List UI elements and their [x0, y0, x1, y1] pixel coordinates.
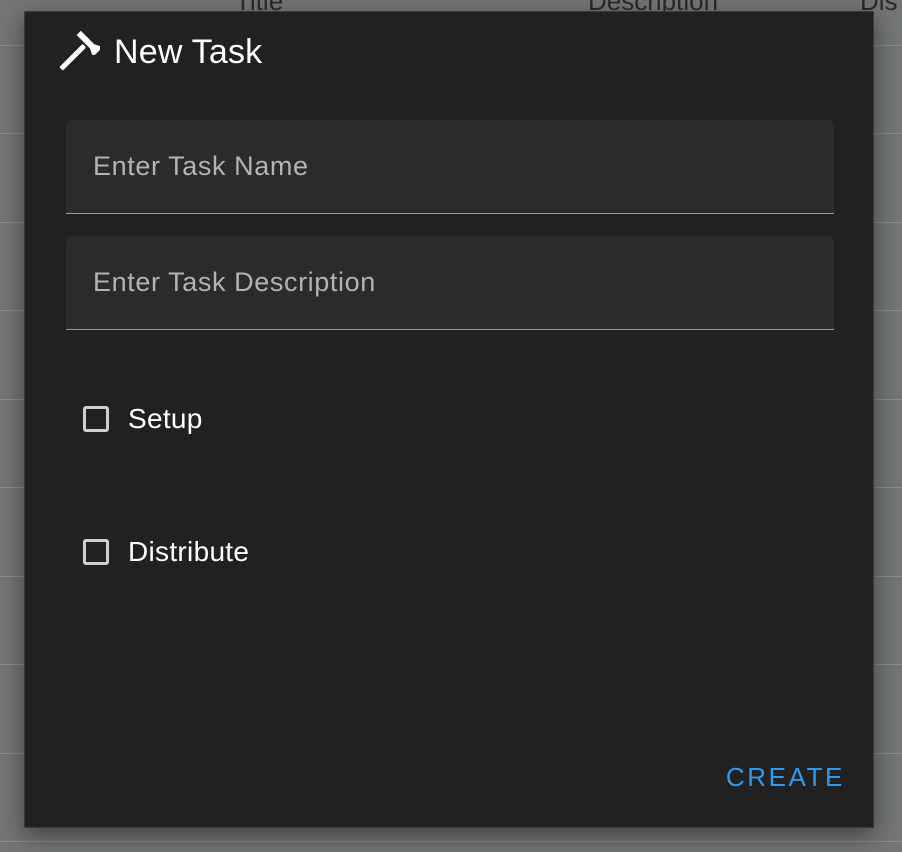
task-name-input[interactable] [66, 120, 834, 213]
distribute-checkbox-row[interactable]: Distribute [83, 536, 249, 568]
distribute-checkbox-label: Distribute [128, 536, 250, 567]
distribute-checkbox[interactable] [83, 539, 109, 565]
hammer-icon [56, 30, 101, 74]
dialog-title: New Task [56, 30, 262, 74]
task-description-field[interactable] [66, 236, 834, 330]
setup-checkbox-row[interactable]: Setup [83, 403, 203, 435]
task-description-input[interactable] [66, 236, 834, 329]
setup-checkbox-label: Setup [128, 403, 203, 434]
dialog-title-text: New Task [114, 32, 263, 71]
create-button[interactable]: CREATE [726, 756, 845, 799]
setup-checkbox[interactable] [83, 406, 109, 432]
new-task-dialog: New Task Setup Distribute CREATE [24, 11, 874, 828]
task-name-field[interactable] [66, 120, 834, 214]
table-row-divider [0, 841, 902, 842]
